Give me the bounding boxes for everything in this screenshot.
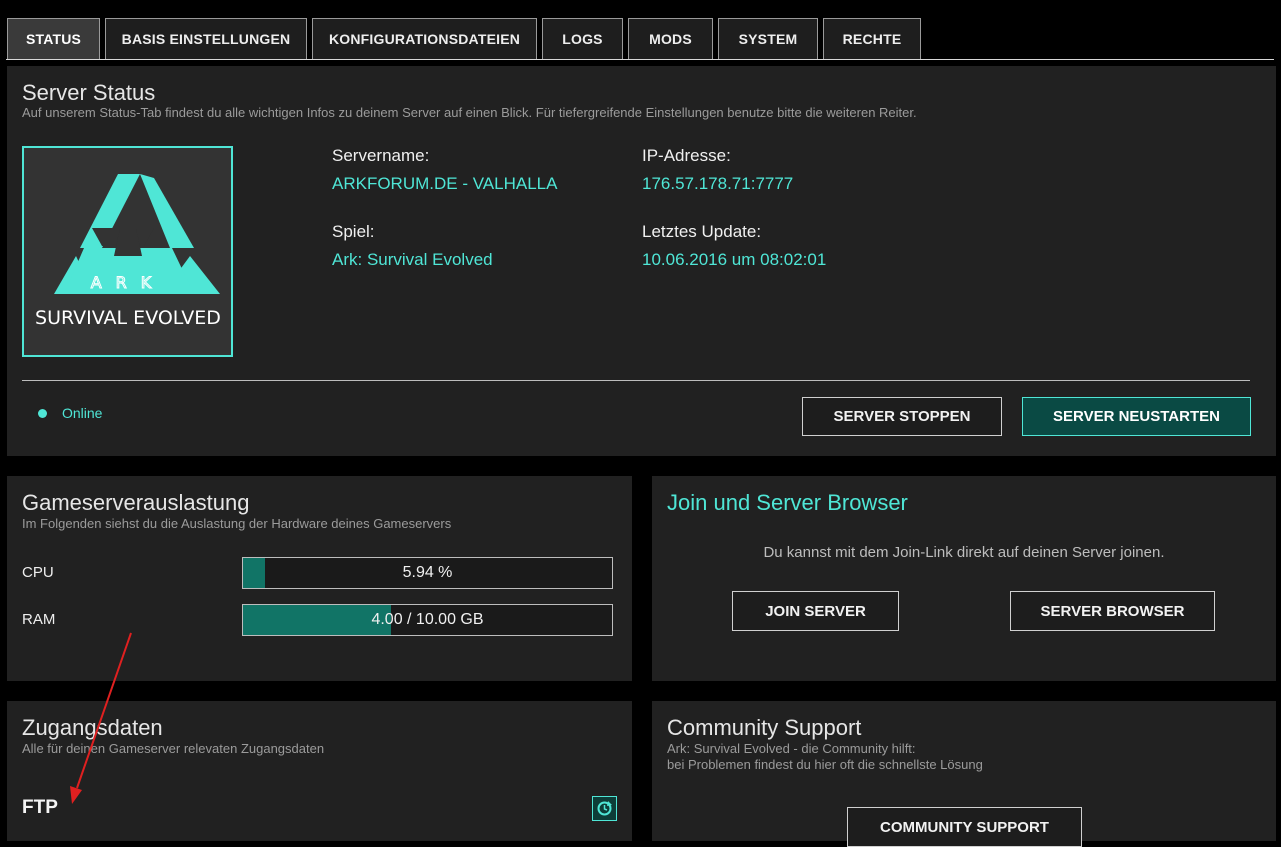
annotation-arrow-icon [70, 632, 132, 804]
